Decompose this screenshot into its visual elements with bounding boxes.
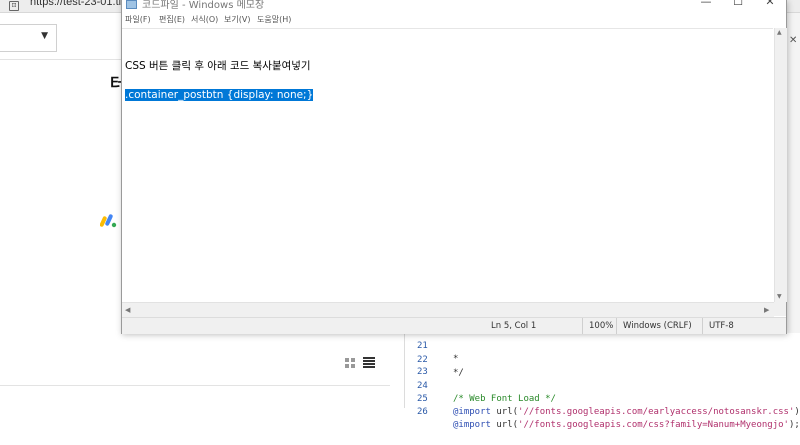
scroll-right-icon[interactable]: ▶	[764, 306, 769, 314]
css-code-editor[interactable]: 21 * 22 */ 23 24 /* Web Font Load */ 25 …	[405, 333, 800, 430]
text-line: CSS 버튼 클릭 후 아래 코드 복사붙여넣기	[125, 60, 311, 72]
notepad-text-area[interactable]: CSS 버튼 클릭 후 아래 코드 복사붙여넣기 .container_post…	[122, 28, 773, 303]
divider	[0, 385, 390, 386]
code-line: 26 @import url('//fonts.googleapis.com/c…	[417, 407, 800, 430]
notepad-app-icon	[126, 0, 137, 9]
code-line: 23	[417, 367, 428, 377]
chevron-down-icon: ▼	[41, 31, 48, 41]
horizontal-scrollbar[interactable]: ◀ ▶	[122, 302, 774, 317]
background-right-edge: ✕	[786, 13, 800, 333]
list-view-icon[interactable]	[363, 357, 375, 368]
code-line: 25 @import url('//fonts.googleapis.com/e…	[417, 394, 800, 417]
scroll-up-icon[interactable]: ▲	[777, 29, 782, 36]
selected-text-line: .container_postbtn {display: none;}	[125, 89, 314, 101]
page-icon: ⊡	[9, 1, 19, 11]
status-zoom: 100%	[582, 318, 613, 334]
background-page-bottom	[0, 333, 405, 408]
menu-view[interactable]: 보기(V)	[224, 14, 250, 25]
menu-edit[interactable]: 편집(E)	[159, 14, 185, 25]
scroll-left-icon[interactable]: ◀	[125, 306, 130, 314]
menu-bar: 파일(F) 편집(E) 서식(O) 보기(V) 도움말(H)	[122, 11, 786, 28]
vertical-scrollbar[interactable]: ▲ ▼	[774, 28, 787, 302]
notepad-window: 코드파일 - Windows 메모장 — ☐ ✕ 파일(F) 편집(E) 서식(…	[121, 0, 787, 334]
adsense-logo-icon	[100, 214, 117, 228]
status-position: Ln 5, Col 1	[491, 321, 537, 331]
menu-help[interactable]: 도움말(H)	[257, 14, 291, 25]
status-line-ending: Windows (CRLF)	[616, 318, 695, 334]
code-line: 24 /* Web Font Load */	[417, 381, 556, 404]
menu-file[interactable]: 파일(F)	[125, 14, 151, 25]
divider	[0, 59, 121, 60]
menu-format[interactable]: 서식(O)	[191, 14, 218, 25]
notepad-title-bar[interactable]: 코드파일 - Windows 메모장 — ☐ ✕	[122, 0, 786, 11]
minimize-button[interactable]: —	[691, 0, 721, 9]
status-encoding: UTF-8	[702, 318, 769, 334]
maximize-button[interactable]: ☐	[723, 0, 753, 9]
browser-url[interactable]: https://test-23-01.tis	[30, 0, 127, 8]
window-title: 코드파일 - Windows 메모장	[142, 0, 265, 11]
grid-view-icon[interactable]	[345, 358, 355, 368]
scroll-down-icon[interactable]: ▼	[777, 293, 782, 300]
close-button[interactable]: ✕	[755, 0, 785, 9]
status-bar: Ln 5, Col 1 100% Windows (CRLF) UTF-8	[122, 317, 786, 334]
scrollbar-corner	[774, 302, 786, 316]
close-icon[interactable]: ✕	[789, 35, 797, 46]
background-dropdown[interactable]: ▼	[0, 24, 57, 52]
